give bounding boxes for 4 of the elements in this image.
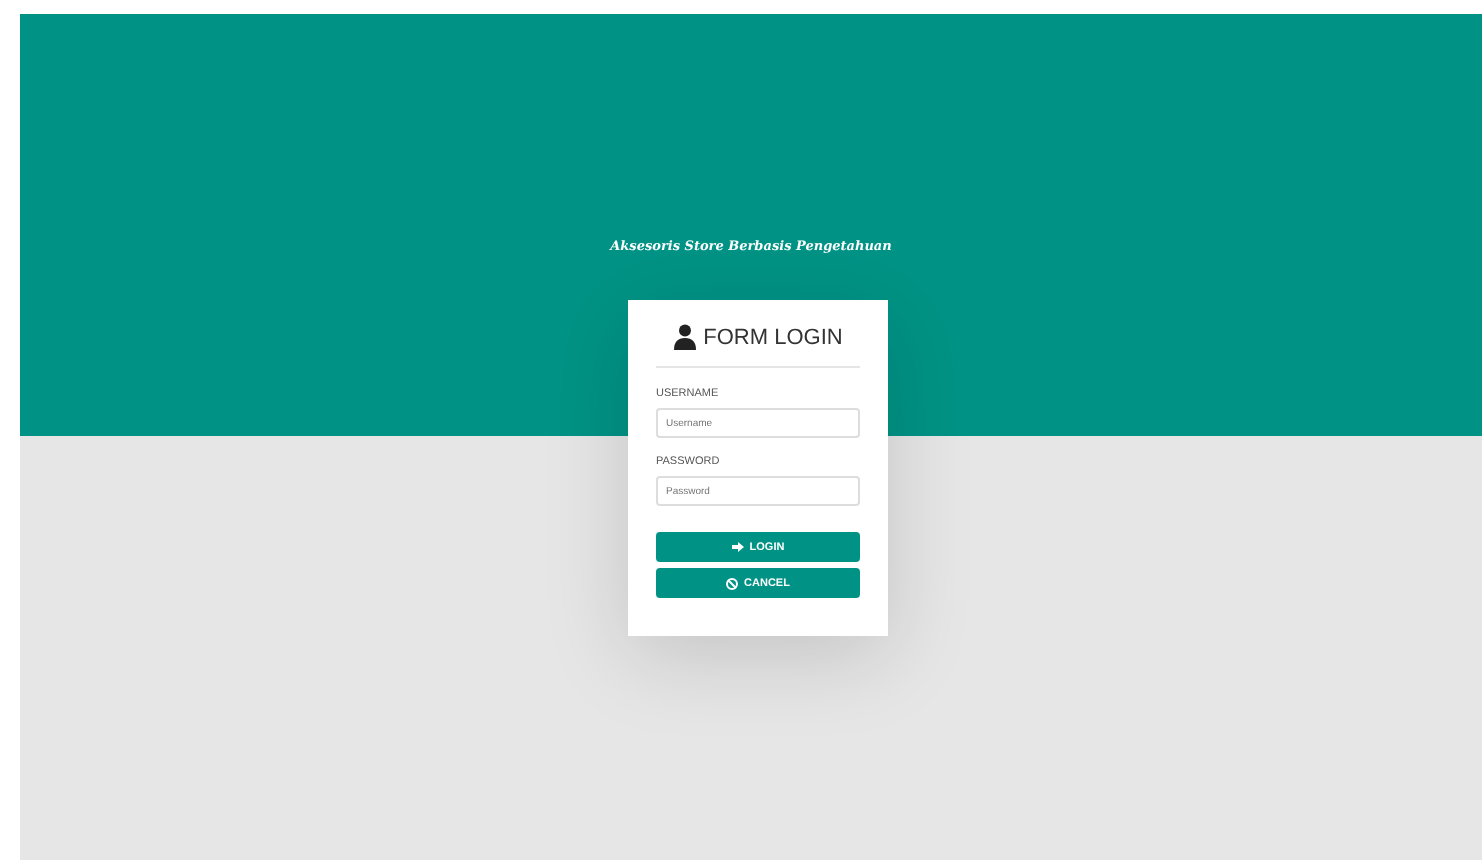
sign-in-icon xyxy=(731,542,744,552)
user-icon xyxy=(673,324,696,350)
cancel-icon xyxy=(726,577,739,589)
form-title: FORM LOGIN xyxy=(703,325,843,349)
